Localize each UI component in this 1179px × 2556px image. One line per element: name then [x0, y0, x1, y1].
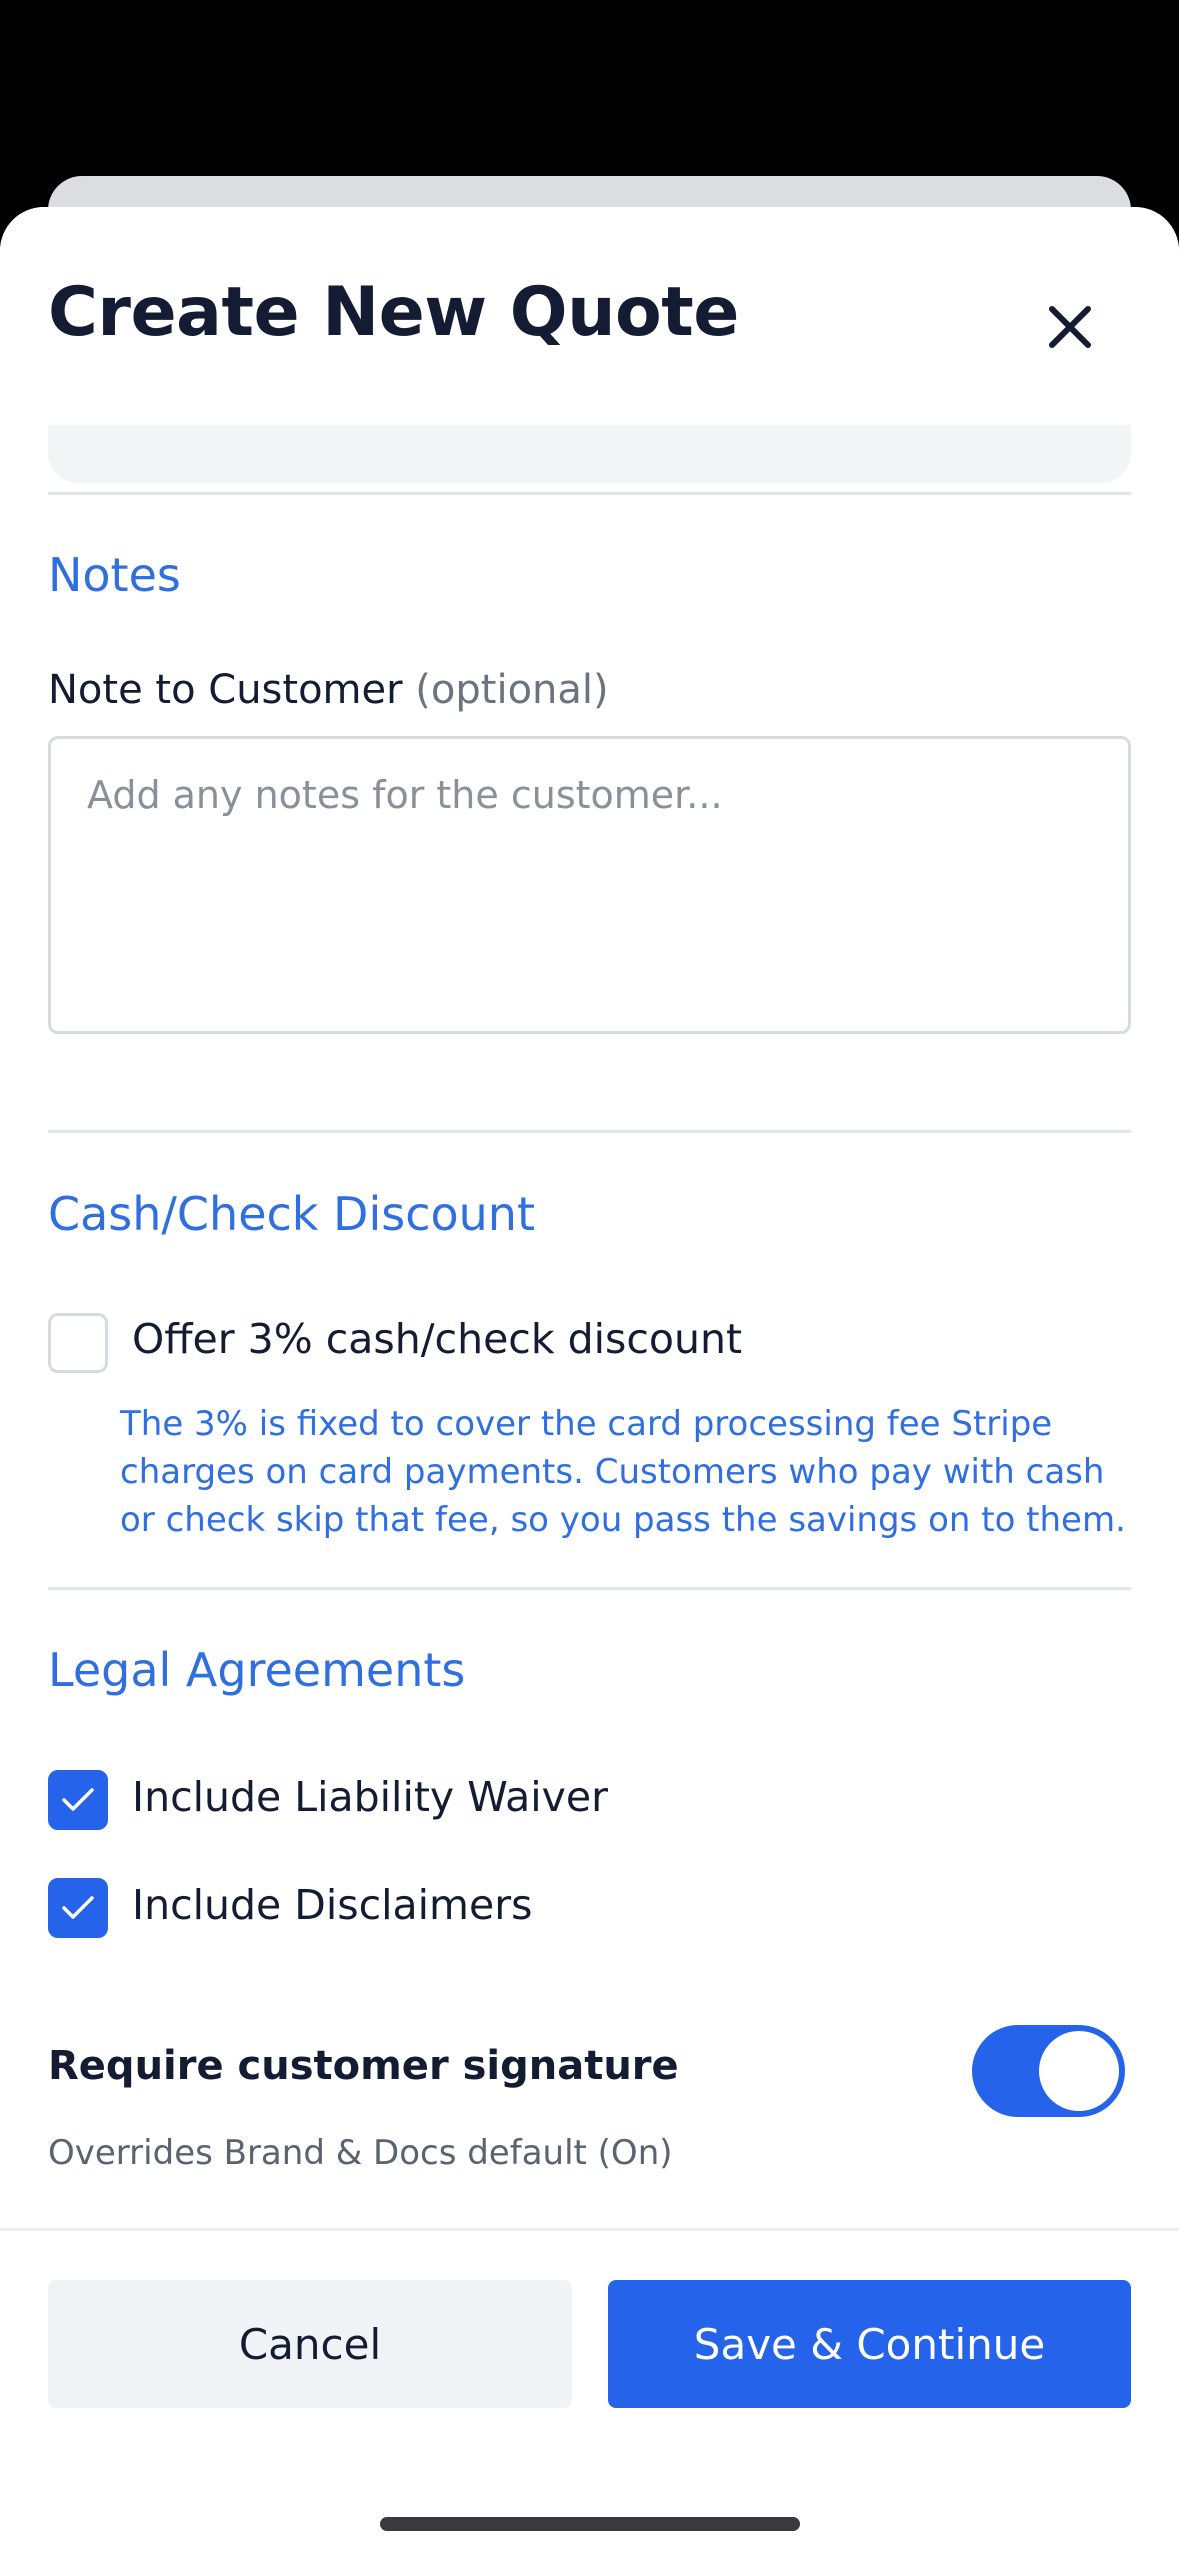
cash-discount-label: Offer 3% cash/check discount	[132, 1315, 743, 1363]
cash-discount-help-text: The 3% is fixed to cover the card proces…	[120, 1404, 1126, 1540]
checkmark-icon	[62, 1896, 94, 1919]
note-to-customer-label: Note to Customer (optional)	[48, 667, 609, 713]
close-icon	[1049, 306, 1091, 348]
disclaimers-checkbox[interactable]	[48, 1878, 108, 1938]
section-divider	[48, 1587, 1131, 1590]
toggle-knob	[1039, 2031, 1119, 2111]
note-to-customer-input[interactable]	[48, 736, 1131, 1034]
sheet-header: Create New Quote	[0, 207, 1179, 425]
disclaimers-label: Include Disclaimers	[132, 1881, 533, 1929]
save-continue-button[interactable]: Save & Continue	[608, 2280, 1131, 2408]
legal-section-title: Legal Agreements	[48, 1643, 466, 1697]
sheet-title: Create New Quote	[48, 273, 739, 352]
require-signature-title: Require customer signature	[48, 2043, 679, 2089]
previous-section-card	[48, 425, 1131, 483]
note-label-text: Note to Customer	[48, 667, 403, 713]
note-label-optional: (optional)	[415, 667, 609, 713]
cash-discount-checkbox[interactable]	[48, 1313, 108, 1373]
liability-waiver-label: Include Liability Waiver	[132, 1773, 608, 1821]
footer-divider	[0, 2228, 1179, 2231]
close-button[interactable]	[1030, 287, 1110, 367]
create-quote-sheet: Create New Quote Notes Note to Customer …	[0, 207, 1179, 2556]
require-signature-toggle[interactable]	[972, 2025, 1125, 2117]
cancel-button[interactable]: Cancel	[48, 2280, 572, 2408]
liability-waiver-checkbox[interactable]	[48, 1770, 108, 1830]
section-divider	[48, 1130, 1131, 1133]
require-signature-subtitle: Overrides Brand & Docs default (On)	[48, 2133, 673, 2173]
home-indicator	[380, 2517, 800, 2531]
discount-section-title: Cash/Check Discount	[48, 1187, 535, 1241]
checkmark-icon	[62, 1788, 94, 1811]
section-divider	[48, 492, 1131, 495]
notes-section-title: Notes	[48, 548, 181, 602]
